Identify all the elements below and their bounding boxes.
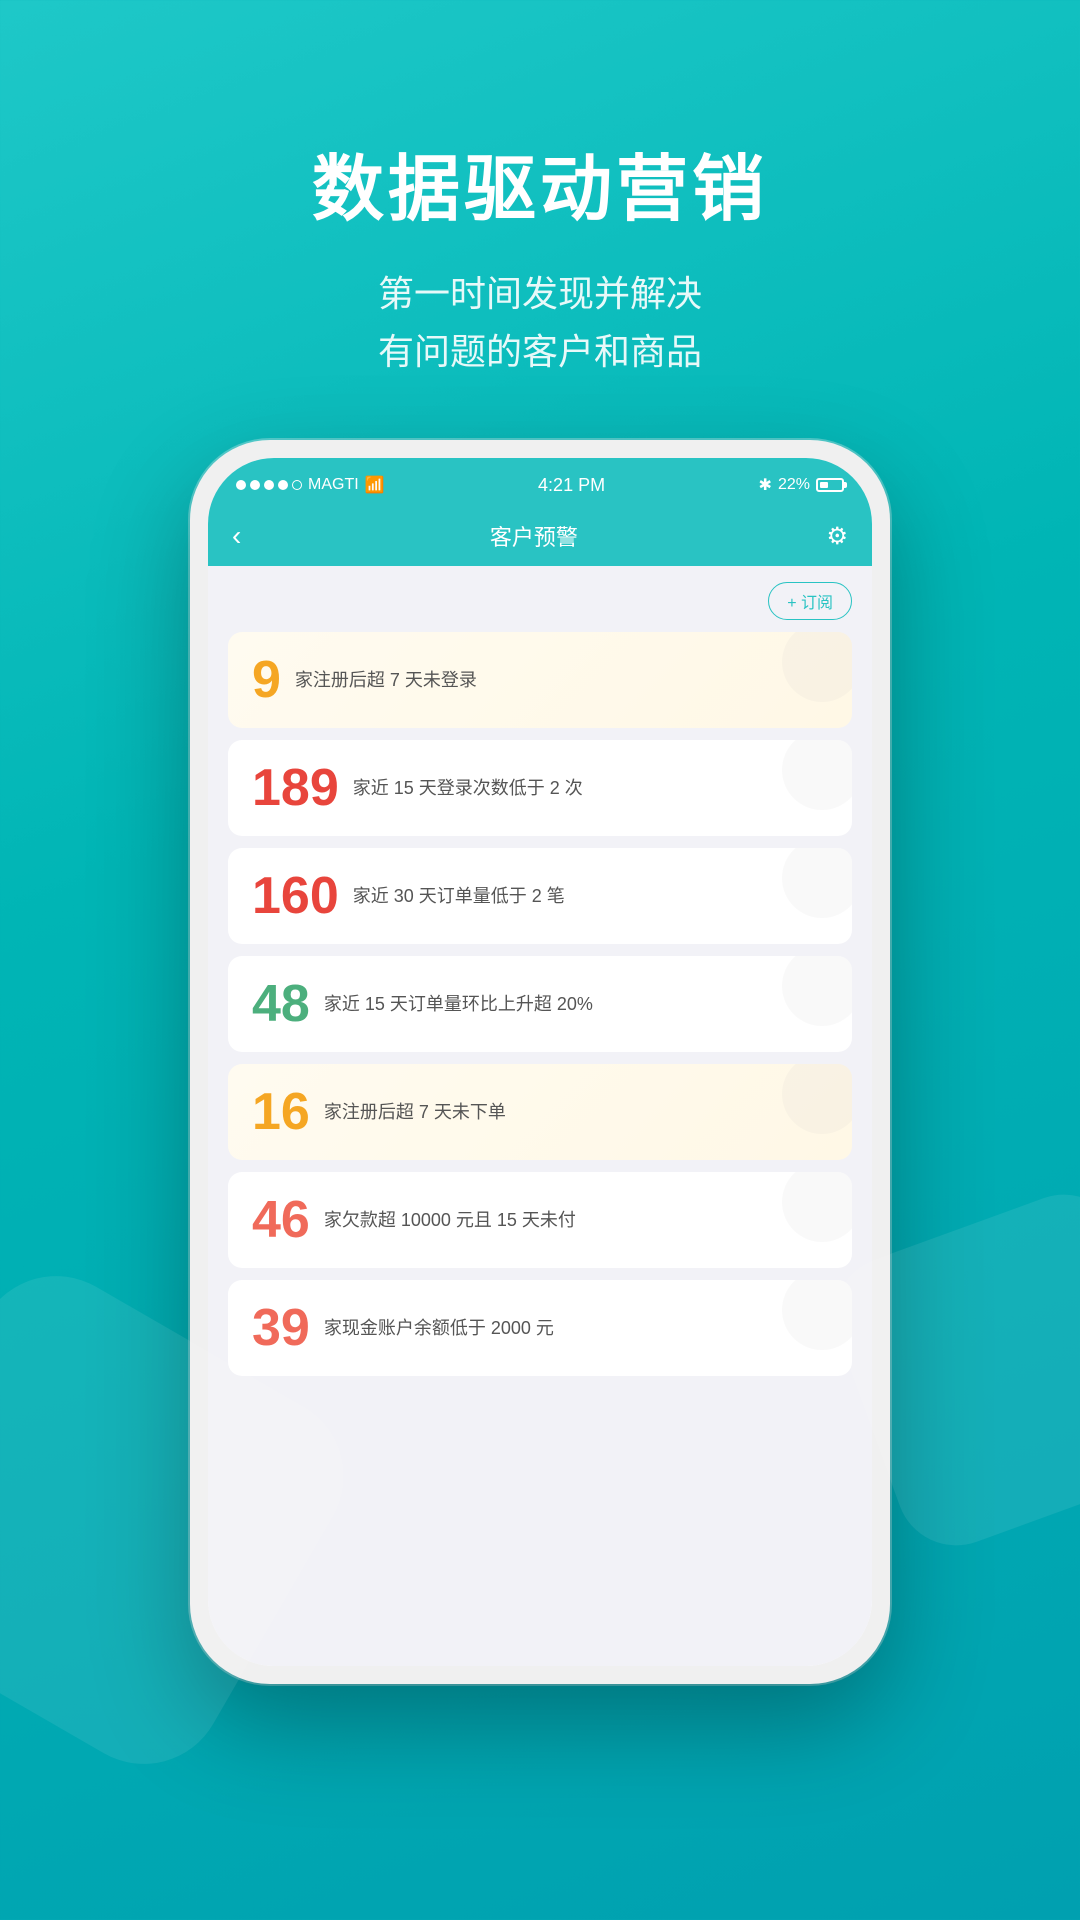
alert-cards-list: 9 家注册后超 7 天未登录 189 家近 15 天登录次数低于 2 次 160 家近 3… xyxy=(228,632,852,1376)
alert-text: 家近 30 天订单量低于 2 笔 xyxy=(353,883,565,910)
alert-text: 家现金账户余额低于 2000 元 xyxy=(324,1315,554,1342)
alert-number: 16 xyxy=(252,1086,310,1138)
alert-card[interactable]: 9 家注册后超 7 天未登录 xyxy=(228,632,852,728)
alert-card[interactable]: 39 家现金账户余额低于 2000 元 xyxy=(228,1280,852,1376)
alert-card[interactable]: 16 家注册后超 7 天未下单 xyxy=(228,1064,852,1160)
alert-text: 家注册后超 7 天未登录 xyxy=(295,667,477,694)
alert-number: 39 xyxy=(252,1302,310,1354)
page-subtitle: 第一时间发现并解决 有问题的客户和商品 xyxy=(0,265,1080,380)
alert-text: 家欠款超 10000 元且 15 天未付 xyxy=(324,1207,576,1234)
back-button[interactable]: ‹ xyxy=(232,520,241,552)
signal-dot-5 xyxy=(292,480,302,490)
signal-dot-3 xyxy=(264,480,274,490)
signal-dots xyxy=(236,480,302,490)
settings-icon[interactable]: ⚙ xyxy=(826,522,848,551)
alert-text: 家近 15 天订单量环比上升超 20% xyxy=(324,991,593,1018)
battery-fill xyxy=(820,482,828,488)
alert-number: 189 xyxy=(252,762,339,814)
alert-number: 46 xyxy=(252,1194,310,1246)
card-decoration xyxy=(782,632,852,702)
signal-dot-2 xyxy=(250,480,260,490)
alert-card[interactable]: 189 家近 15 天登录次数低于 2 次 xyxy=(228,740,852,836)
subscribe-button[interactable]: + 订阅 xyxy=(768,582,852,620)
card-decoration xyxy=(782,1280,852,1350)
card-decoration xyxy=(782,1172,852,1242)
carrier-name: MAGTI xyxy=(308,476,359,494)
card-decoration xyxy=(782,848,852,918)
header-section: 数据驱动营销 第一时间发现并解决 有问题的客户和商品 xyxy=(0,0,1080,440)
subscribe-row: + 订阅 xyxy=(228,582,852,620)
card-decoration xyxy=(782,956,852,1026)
signal-dot-1 xyxy=(236,480,246,490)
alert-number: 160 xyxy=(252,870,339,922)
status-right: ✱ 22% xyxy=(759,475,844,495)
wifi-icon: 📶 xyxy=(365,475,385,495)
signal-dot-4 xyxy=(278,480,288,490)
status-left: MAGTI 📶 xyxy=(236,475,385,495)
alert-text: 家注册后超 7 天未下单 xyxy=(324,1099,506,1126)
page-title: 数据驱动营销 xyxy=(0,130,1080,235)
alert-card[interactable]: 160 家近 30 天订单量低于 2 笔 xyxy=(228,848,852,944)
card-decoration xyxy=(782,740,852,810)
card-decoration xyxy=(782,1064,852,1134)
battery-percent: 22% xyxy=(778,476,810,494)
status-time: 4:21 PM xyxy=(538,475,605,496)
battery-icon xyxy=(816,478,844,492)
nav-bar: ‹ 客户预警 ⚙ xyxy=(208,508,872,566)
alert-number: 9 xyxy=(252,654,281,706)
alert-number: 48 xyxy=(252,978,310,1030)
nav-title: 客户预警 xyxy=(490,520,578,552)
alert-card[interactable]: 46 家欠款超 10000 元且 15 天未付 xyxy=(228,1172,852,1268)
status-bar: MAGTI 📶 4:21 PM ✱ 22% xyxy=(208,458,872,508)
alert-card[interactable]: 48 家近 15 天订单量环比上升超 20% xyxy=(228,956,852,1052)
alert-text: 家近 15 天登录次数低于 2 次 xyxy=(353,775,583,802)
bluetooth-icon: ✱ xyxy=(759,475,772,495)
